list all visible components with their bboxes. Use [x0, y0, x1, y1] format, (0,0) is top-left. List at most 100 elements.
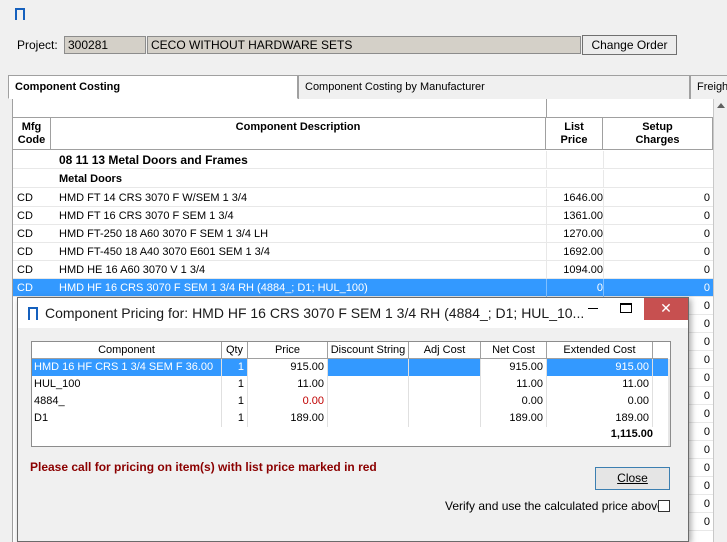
extended-cost-total: 1,115.00: [610, 428, 653, 440]
grid-vertical-scrollbar[interactable]: [713, 99, 727, 542]
list-price-cell: 1692.00: [563, 246, 603, 258]
price-cell[interactable]: 915.00: [248, 359, 328, 376]
table-row[interactable]: 4884_ 1 0.00 0.00 0.00: [32, 393, 668, 410]
mfg-code-cell: CD: [17, 192, 33, 204]
description-cell: HMD HF 16 CRS 3070 F SEM 1 3/4 RH (4884_…: [59, 282, 368, 294]
setup-charges-cell: 0: [703, 192, 710, 204]
description-cell: HMD FT-250 18 A60 3070 F SEM 1 3/4 LH: [59, 228, 269, 240]
app-titlebar: [0, 0, 727, 30]
setup-charges-cell: 0: [703, 246, 710, 258]
price-cell[interactable]: 189.00: [248, 410, 328, 427]
mfg-code-cell: CD: [17, 246, 33, 258]
column-header-component[interactable]: Component: [32, 342, 222, 359]
qty-cell: 1: [222, 376, 248, 393]
setup-charges-cell: 0: [703, 264, 710, 276]
list-price-cell: 1646.00: [563, 192, 603, 204]
table-row[interactable]: CD HMD FT 14 CRS 3070 F W/SEM 1 3/4 1646…: [13, 189, 713, 207]
adj-cost-cell[interactable]: [409, 410, 481, 427]
component-pricing-grid: Component Qty Price Discount String Adj …: [31, 341, 671, 447]
close-icon[interactable]: ✕: [644, 298, 688, 320]
column-header-list-price[interactable]: List Price: [546, 118, 603, 150]
verify-price-label: Verify and use the calculated price abov…: [445, 499, 664, 513]
header-text: Charges: [635, 134, 680, 146]
adj-cost-cell[interactable]: [409, 359, 481, 376]
grid-filter-row: [13, 99, 713, 118]
close-button-label: Close: [617, 471, 648, 485]
discount-string-cell[interactable]: [328, 393, 409, 410]
app-icon: [15, 8, 25, 20]
subsection-title: Metal Doors: [59, 173, 122, 185]
qty-cell: 1: [222, 410, 248, 427]
dialog-grid-scrollbar[interactable]: [668, 359, 671, 446]
table-row[interactable]: D1 1 189.00 189.00 189.00: [32, 410, 668, 427]
grid-header: Mfg Code Component Description List Pric…: [13, 118, 713, 150]
table-row-selected[interactable]: HMD 16 HF CRS 1 3/4 SEM F 36.00 1 915.00…: [32, 359, 668, 376]
list-price-cell: 1270.00: [563, 228, 603, 240]
net-cost-cell: 189.00: [481, 410, 547, 427]
header-text: Setup: [642, 121, 673, 133]
discount-string-cell[interactable]: [328, 359, 409, 376]
column-header-discount-string[interactable]: Discount String: [328, 342, 409, 359]
table-row[interactable]: CD HMD FT 16 CRS 3070 F SEM 1 3/4 1361.0…: [13, 207, 713, 225]
adj-cost-cell[interactable]: [409, 376, 481, 393]
column-header-extended-cost[interactable]: Extended Cost: [547, 342, 653, 359]
component-cell: HMD 16 HF CRS 1 3/4 SEM F 36.00: [32, 359, 222, 376]
mfg-code-cell: CD: [17, 264, 33, 276]
header-text: Code: [17, 134, 46, 146]
description-cell: HMD FT 14 CRS 3070 F W/SEM 1 3/4: [59, 192, 248, 204]
table-row[interactable]: HUL_100 1 11.00 11.00 11.00: [32, 376, 668, 393]
column-header-adj-cost[interactable]: Adj Cost: [409, 342, 481, 359]
mfg-code-cell: CD: [17, 228, 33, 240]
description-cell: HMD HE 16 A60 3070 V 1 3/4: [59, 264, 206, 276]
price-cell[interactable]: 11.00: [248, 376, 328, 393]
header-text: List: [564, 121, 584, 133]
scroll-up-icon[interactable]: [717, 103, 725, 108]
verify-price-checkbox[interactable]: [658, 500, 670, 512]
list-price-cell: 1361.00: [563, 210, 603, 222]
table-row[interactable]: CD HMD HE 16 A60 3070 V 1 3/4 1094.00 0: [13, 261, 713, 279]
column-header-qty[interactable]: Qty: [222, 342, 248, 359]
minimize-icon[interactable]: [578, 298, 608, 320]
column-header-setup-charges[interactable]: Setup Charges: [603, 118, 713, 150]
table-row[interactable]: CD HMD FT-450 18 A40 3070 E601 SEM 1 3/4…: [13, 243, 713, 261]
tab-component-costing-by-manufacturer[interactable]: Component Costing by Manufacturer: [298, 75, 690, 99]
header-text: Price: [560, 134, 588, 146]
discount-string-cell[interactable]: [328, 410, 409, 427]
subsection-row[interactable]: Metal Doors: [13, 170, 713, 188]
dialog-titlebar[interactable]: Component Pricing for: HMD HF 16 CRS 307…: [18, 298, 688, 328]
column-header-price[interactable]: Price: [248, 342, 328, 359]
net-cost-cell: 915.00: [481, 359, 547, 376]
column-header-mfg-code[interactable]: Mfg Code: [13, 118, 51, 150]
component-pricing-dialog: Component Pricing for: HMD HF 16 CRS 307…: [17, 297, 689, 542]
table-row[interactable]: CD HMD FT-250 18 A60 3070 F SEM 1 3/4 LH…: [13, 225, 713, 243]
setup-charges-cell: 0: [703, 228, 710, 240]
close-button[interactable]: Close: [595, 467, 670, 490]
description-cell: HMD FT-450 18 A40 3070 E601 SEM 1 3/4: [59, 246, 270, 258]
maximize-icon[interactable]: [620, 303, 632, 313]
tab-component-costing[interactable]: Component Costing: [8, 75, 298, 99]
component-cell: 4884_: [32, 393, 222, 410]
discount-string-cell[interactable]: [328, 376, 409, 393]
adj-cost-cell[interactable]: [409, 393, 481, 410]
tab-freight[interactable]: Freight-I: [690, 75, 727, 99]
change-order-button[interactable]: Change Order: [582, 35, 677, 55]
price-cell-needs-pricing[interactable]: 0.00: [248, 393, 328, 410]
mfg-code-cell: CD: [17, 210, 33, 222]
table-row-selected[interactable]: CD HMD HF 16 CRS 3070 F SEM 1 3/4 RH (48…: [13, 279, 713, 297]
header-text: Component Description: [235, 121, 361, 133]
qty-cell: 1: [222, 359, 248, 376]
setup-charges-cell: 0: [703, 282, 710, 294]
project-number-field: 300281: [64, 36, 146, 54]
column-header-description[interactable]: Component Description: [51, 118, 546, 150]
extended-cost-cell: 915.00: [547, 359, 653, 376]
column-header-net-cost[interactable]: Net Cost: [481, 342, 547, 359]
list-price-cell: 1094.00: [563, 264, 603, 276]
project-name-field: CECO WITHOUT HARDWARE SETS: [147, 36, 581, 54]
setup-charges-cell: 0: [703, 210, 710, 222]
qty-cell: 1: [222, 393, 248, 410]
list-price-cell[interactable]: 0: [546, 279, 603, 297]
header-text: Mfg: [21, 121, 42, 133]
scrollbar-thumb[interactable]: [670, 361, 671, 416]
section-row[interactable]: 08 11 13 Metal Doors and Frames: [13, 151, 713, 169]
component-cell: D1: [32, 410, 222, 427]
